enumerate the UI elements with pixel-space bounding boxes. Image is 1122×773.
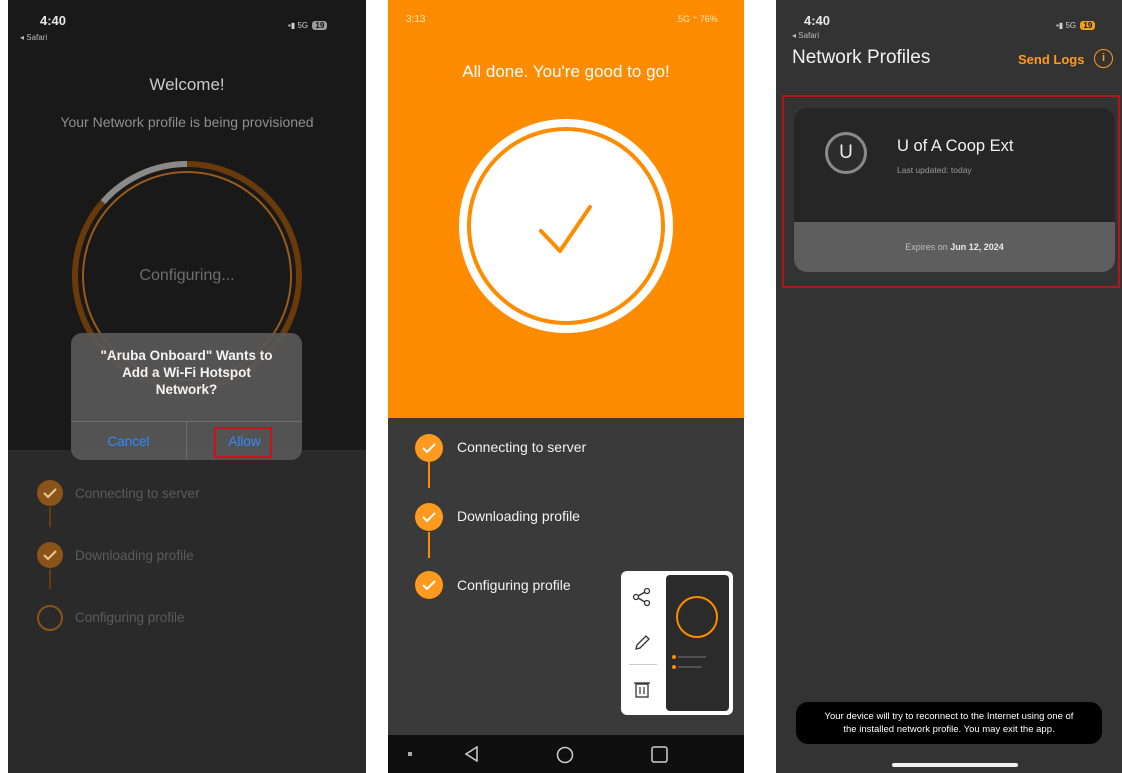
step-configuring: Configuring profile [457,577,571,593]
profile-expiry: Expires on Jun 12, 2024 [794,222,1115,272]
provisioning-subtitle: Your Network profile is being provisione… [60,114,314,130]
screenshot-thumbnail[interactable] [666,575,729,711]
wifi-permission-dialog: "Aruba Onboard" Wants to Add a Wi-Fi Hot… [71,333,302,460]
profile-name: U of A Coop Ext [897,137,1014,155]
network-type: 5G [1065,21,1077,30]
welcome-title: Welcome! [149,75,225,94]
nav-dot [408,752,412,756]
recents-icon[interactable] [651,746,668,763]
back-icon[interactable] [464,746,480,762]
back-to-safari-link[interactable]: ◂ Safari [20,33,47,42]
toast-line-2: the installed network profile. You may e… [843,724,1055,735]
expiry-prefix: Expires on [905,242,948,252]
status-indicators: 5G ⁺ 76% [678,14,718,24]
dialog-line-2: Add a Wi-Fi Hotspot [122,365,251,380]
onboarding-screen-configuring: 4:40 ◂ Safari ▪▮ 5G 19 Welcome! Your Net… [8,0,366,773]
dialog-line-1: "Aruba Onboard" Wants to [100,348,273,363]
status-time: 4:40 [40,13,67,28]
home-indicator[interactable] [892,763,1018,767]
success-checkmark [459,119,673,333]
allow-highlight-box [214,427,272,458]
trash-icon[interactable] [633,679,651,699]
status-indicators: ▪▮ 5G 19 [288,21,328,30]
step-connecting: Connecting to server [75,486,200,501]
success-title: All done. You're good to go! [462,62,670,81]
dialog-message: "Aruba Onboard" Wants to Add a Wi-Fi Hot… [71,347,302,398]
battery-icon: 19 [312,21,328,30]
signal-icon: ▪▮ [288,21,296,30]
profile-avatar: U [825,132,867,174]
status-time: 3:13 [406,14,426,25]
steps-timeline [37,480,63,631]
step-configuring: Configuring profile [75,610,185,625]
onboarding-screen-done: 3:13 5G ⁺ 76% All done. You're good to g… [388,0,744,773]
signal-icon: ▪▮ [1056,21,1064,30]
edit-icon[interactable] [632,633,652,653]
screenshot-preview-popup [621,571,733,715]
steps-timeline [415,434,443,599]
configuring-label: Configuring... [139,267,235,284]
cancel-button[interactable]: Cancel [71,422,186,460]
status-indicators: ▪▮ 5G 19 [1056,21,1096,30]
send-logs-button[interactable]: Send Logs [1018,52,1084,67]
step-downloading: Downloading profile [75,548,194,563]
profile-updated: Last updated: today [897,165,972,175]
dialog-line-3: Network? [155,382,218,397]
popup-divider [629,664,657,665]
reconnect-toast: Your device will try to reconnect to the… [796,702,1102,744]
home-icon[interactable] [556,746,574,764]
dialog-buttons: Cancel Allow [71,421,302,460]
info-icon[interactable]: i [1094,49,1113,68]
network-type: 5G [297,21,309,30]
step-downloading: Downloading profile [457,508,580,524]
android-nav-bar [388,735,744,773]
network-profiles-screen: 4:40 ◂ Safari ▪▮ 5G 19 Network Profiles … [776,0,1122,773]
profile-card[interactable]: U U of A Coop Ext Last updated: today Ex… [794,108,1115,272]
step-connecting: Connecting to server [457,439,587,455]
expiry-date: Jun 12, 2024 [950,242,1004,252]
back-to-safari-link[interactable]: ◂ Safari [792,31,819,40]
battery-icon: 19 [1080,21,1096,30]
toast-line-1: Your device will try to reconnect to the… [824,711,1074,722]
page-title: Network Profiles [792,47,931,68]
share-icon[interactable] [632,587,652,607]
thumbnail-ring [672,596,718,669]
status-time: 4:40 [804,13,831,28]
avatar-letter: U [839,142,853,163]
